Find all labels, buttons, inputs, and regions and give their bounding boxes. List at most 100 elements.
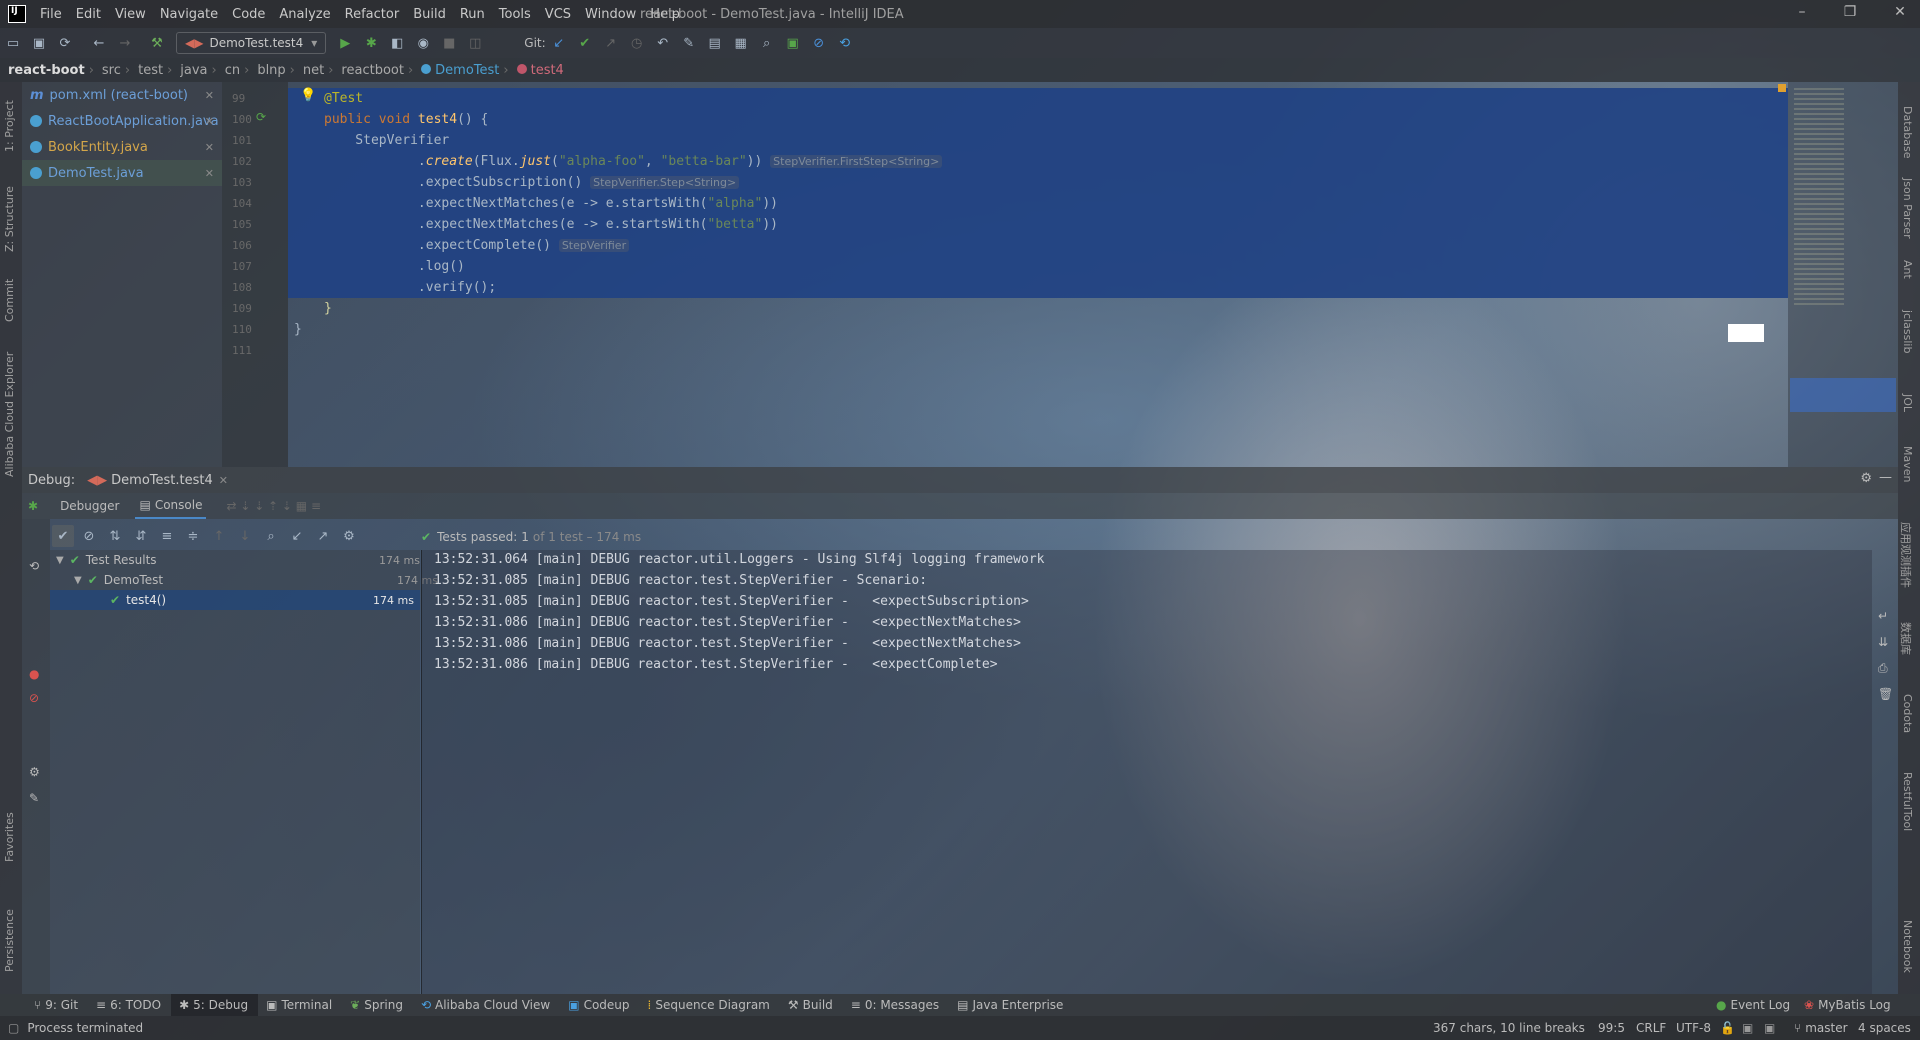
- run-icon[interactable]: ▶: [334, 32, 356, 54]
- crumb-cn[interactable]: cn: [217, 63, 244, 78]
- crumb-method[interactable]: test4: [509, 63, 568, 78]
- tool-favorites[interactable]: Favorites: [3, 812, 16, 862]
- open-file-demotest[interactable]: DemoTest.java ✕: [22, 160, 222, 186]
- alibaba-cloud-icon[interactable]: ⟲: [834, 32, 856, 54]
- chevron-down-icon[interactable]: ▼: [74, 575, 82, 586]
- show-passed-icon[interactable]: ✔: [52, 525, 74, 547]
- minimize-icon[interactable]: –: [1792, 4, 1812, 24]
- status-position[interactable]: 99:5: [1590, 1021, 1633, 1035]
- menu-tools[interactable]: Tools: [493, 7, 539, 22]
- debug-icon[interactable]: ✱: [360, 32, 382, 54]
- console-output[interactable]: 13:52:31.064 [main] DEBUG reactor.util.L…: [421, 550, 1872, 994]
- project-structure-icon[interactable]: ▤: [704, 32, 726, 54]
- tab-debugger[interactable]: Debugger: [56, 499, 123, 513]
- tool-jol[interactable]: JOL: [1901, 394, 1914, 412]
- crumb-blnp[interactable]: blnp: [249, 63, 289, 78]
- show-ignored-icon[interactable]: ⊘: [78, 525, 100, 547]
- git-commit-check-icon[interactable]: ✔: [574, 32, 596, 54]
- open-file-bookentity[interactable]: BookEntity.java ✕: [22, 134, 222, 160]
- tool-jclasslib[interactable]: jclasslib: [1901, 310, 1914, 353]
- stop-icon[interactable]: ■: [438, 32, 460, 54]
- crumb-src[interactable]: src: [94, 63, 125, 78]
- close-tab-icon[interactable]: ✕: [205, 167, 214, 180]
- menu-window[interactable]: Window: [579, 7, 644, 22]
- view-breakpoints-icon[interactable]: ●: [29, 667, 39, 681]
- status-panel-icon[interactable]: ▢: [8, 1021, 19, 1035]
- close-icon[interactable]: ✕: [1890, 4, 1910, 24]
- tab-terminal[interactable]: ▣ Terminal: [258, 994, 342, 1016]
- open-file-reactbootapplication[interactable]: ReactBootApplication.java ✕: [22, 108, 222, 134]
- profile-icon[interactable]: ◉: [412, 32, 434, 54]
- forward-icon[interactable]: →: [114, 32, 136, 54]
- menu-navigate[interactable]: Navigate: [154, 7, 226, 22]
- tool-app-observe[interactable]: 应用观测插件: [1898, 522, 1914, 588]
- tool-database[interactable]: Database: [1901, 106, 1914, 159]
- mute-breakpoints-icon[interactable]: ⊘: [29, 691, 39, 705]
- tab-git[interactable]: ⑂ 9: Git: [26, 994, 88, 1016]
- prev-icon[interactable]: ↑: [208, 525, 230, 547]
- crumb-reactboot[interactable]: reactboot: [333, 63, 408, 78]
- tool-commit[interactable]: Commit: [3, 279, 16, 322]
- rerun-failed-icon[interactable]: ⟲: [29, 559, 39, 573]
- back-icon[interactable]: ←: [88, 32, 110, 54]
- settings-icon[interactable]: ⚙: [29, 765, 40, 779]
- crumb-project[interactable]: react-boot: [0, 63, 89, 78]
- tab-event-log[interactable]: ● Event Log: [1708, 994, 1800, 1016]
- save-icon[interactable]: ▣: [28, 32, 50, 54]
- close-tab-icon[interactable]: ✕: [205, 141, 214, 154]
- status-branch[interactable]: ⑂ master: [1786, 1021, 1856, 1035]
- tree-row-demotest[interactable]: ▼ ✔ DemoTest 174 ms: [50, 570, 444, 590]
- history-icon[interactable]: ⌕: [260, 525, 282, 547]
- tool-json-parser[interactable]: Json Parser: [1901, 178, 1914, 239]
- minimap[interactable]: [1788, 82, 1898, 467]
- run-test-gutter-icon[interactable]: ⟳: [256, 110, 266, 124]
- rerun-icon[interactable]: ✱: [28, 499, 38, 513]
- code-editor[interactable]: 💡 @Test public void test4() { StepVerifi…: [288, 82, 1788, 467]
- status-chars[interactable]: 367 chars, 10 line breaks: [1425, 1021, 1593, 1035]
- tool-codota[interactable]: Codota: [1901, 694, 1914, 733]
- build-hammer-icon[interactable]: ⚒: [146, 32, 168, 54]
- open-file-pom[interactable]: m pom.xml (react-boot) ✕: [22, 82, 222, 108]
- inspections-icon[interactable]: ▣: [1764, 1021, 1775, 1035]
- soft-wrap-icon[interactable]: ↵: [1878, 609, 1888, 623]
- tab-alibaba-cloud-view[interactable]: ⟲ Alibaba Cloud View: [413, 994, 560, 1016]
- close-tab-icon[interactable]: ✕: [205, 115, 214, 128]
- minimize-panel-icon[interactable]: —: [1879, 470, 1892, 485]
- run-config-select[interactable]: ◀▶ DemoTest.test4 ▾: [176, 32, 327, 54]
- restore-icon[interactable]: ❐: [1840, 4, 1860, 24]
- tab-codeup[interactable]: ▣ Codeup: [560, 994, 639, 1016]
- debug-session-tab[interactable]: DemoTest.test4: [111, 473, 213, 488]
- layout-icon[interactable]: ▦: [730, 32, 752, 54]
- crumb-net[interactable]: net: [295, 63, 328, 78]
- plugin-green-icon[interactable]: ▣: [782, 32, 804, 54]
- tree-row-test-results[interactable]: ▼ ✔ Test Results 174 ms: [50, 550, 426, 570]
- close-tab-icon[interactable]: ✕: [205, 89, 214, 102]
- tool-project[interactable]: 1: Project: [3, 100, 16, 152]
- export-icon[interactable]: ↗: [312, 525, 334, 547]
- readonly-icon[interactable]: ▣: [1742, 1021, 1753, 1035]
- sync-icon[interactable]: ⟳: [54, 32, 76, 54]
- tab-build[interactable]: ⚒ Build: [780, 994, 843, 1016]
- menu-code[interactable]: Code: [226, 7, 273, 22]
- tool-restfultool[interactable]: RestfulTool: [1901, 772, 1914, 831]
- menu-run[interactable]: Run: [454, 7, 493, 22]
- tab-messages[interactable]: ≡ 0: Messages: [843, 994, 949, 1016]
- status-indent[interactable]: 4 spaces: [1850, 1021, 1919, 1035]
- close-tab-icon[interactable]: ✕: [219, 474, 228, 487]
- menu-vcs[interactable]: VCS: [539, 7, 579, 22]
- collapse-all-icon[interactable]: ≑: [182, 525, 204, 547]
- git-update-icon[interactable]: ◫: [464, 32, 486, 54]
- tool-notebook[interactable]: Notebook: [1901, 920, 1914, 973]
- tab-sequence-diagram[interactable]: ⁞ Sequence Diagram: [640, 994, 780, 1016]
- tool-persistence[interactable]: Persistence: [3, 909, 16, 972]
- pin-icon[interactable]: ✎: [29, 791, 39, 805]
- print-icon[interactable]: ⎙: [1878, 661, 1888, 676]
- trash-icon[interactable]: 🗑: [1878, 687, 1893, 701]
- menu-file[interactable]: File: [34, 7, 70, 22]
- test-settings-icon[interactable]: ⚙: [338, 525, 360, 547]
- coverage-icon[interactable]: ◧: [386, 32, 408, 54]
- sort-alpha-icon[interactable]: ⇅: [104, 525, 126, 547]
- search-icon[interactable]: ⌕: [756, 32, 778, 54]
- scroll-to-end-icon[interactable]: ⇊: [1878, 635, 1888, 649]
- tab-spring[interactable]: ❦ Spring: [342, 994, 413, 1016]
